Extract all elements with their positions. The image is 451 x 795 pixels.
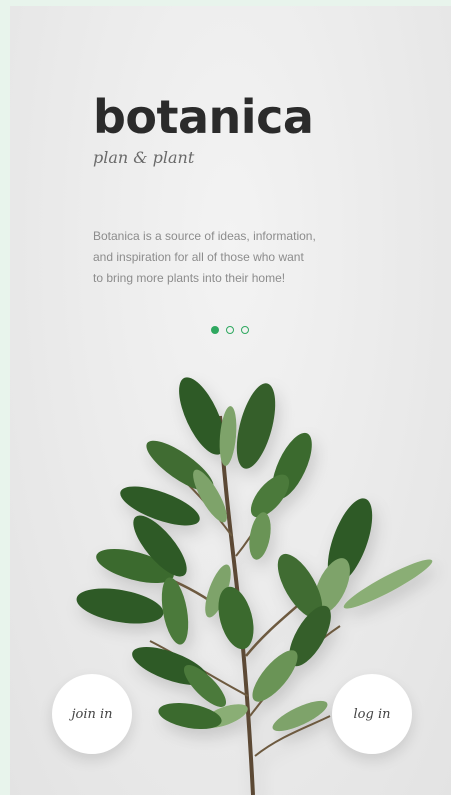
page-dot-active[interactable] xyxy=(211,326,219,334)
join-in-button[interactable]: join in xyxy=(52,674,132,754)
intro-text: Botanica is a source of ideas, informati… xyxy=(93,226,373,289)
intro-line: to bring more plants into their home! xyxy=(93,271,286,285)
intro-line: and inspiration for all of those who wan… xyxy=(93,250,304,264)
app-tagline: plan & plant xyxy=(93,148,195,167)
log-in-button[interactable]: log in xyxy=(332,674,412,754)
page-indicator xyxy=(211,326,249,334)
page-dot[interactable] xyxy=(241,326,249,334)
onboarding-screen: botanica plan & plant Botanica is a sour… xyxy=(10,6,451,795)
intro-line: Botanica is a source of ideas, informati… xyxy=(93,229,316,243)
page-dot[interactable] xyxy=(226,326,234,334)
app-title: botanica xyxy=(93,90,314,144)
